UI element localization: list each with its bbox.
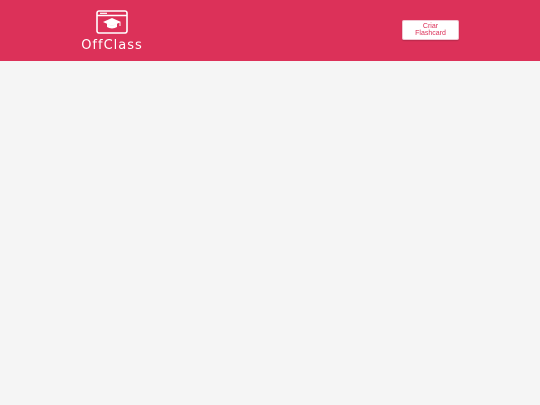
- create-flashcard-button[interactable]: Criar Flashcard: [402, 20, 459, 40]
- top-header: OffClass Criar Flashcard: [0, 0, 540, 61]
- brand-logo-link[interactable]: OffClass: [80, 8, 144, 54]
- graduation-cap-window-icon: [96, 10, 128, 34]
- main-content-area: [0, 61, 540, 405]
- brand-name: OffClass: [81, 38, 143, 53]
